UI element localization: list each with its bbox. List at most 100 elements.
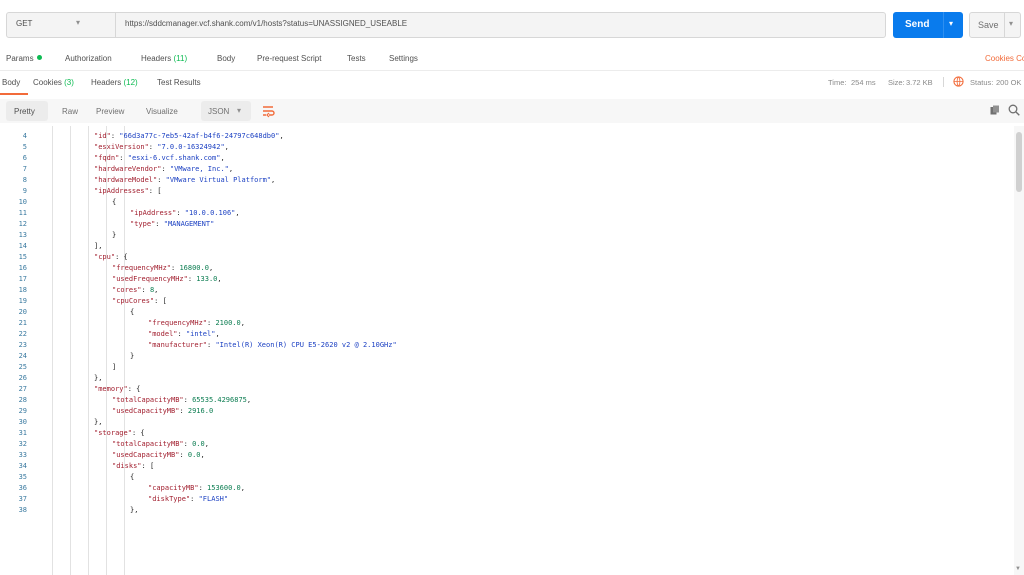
line-number: 29 bbox=[18, 407, 27, 415]
code-line: 19 "cpuCores": [ bbox=[0, 297, 1000, 308]
json-punct: : bbox=[183, 440, 193, 448]
tab-body[interactable]: Body bbox=[217, 54, 235, 63]
line-number: 15 bbox=[18, 253, 27, 261]
json-number: 153600.0 bbox=[207, 484, 241, 492]
json-key: "memory" bbox=[94, 385, 128, 393]
code-text: } bbox=[130, 352, 134, 360]
json-punct: , bbox=[240, 484, 245, 492]
method-select[interactable]: GET ▾ bbox=[7, 13, 116, 37]
line-number: 23 bbox=[18, 341, 27, 349]
line-number: 7 bbox=[22, 165, 27, 173]
line-number: 25 bbox=[18, 363, 27, 371]
line-number: 5 bbox=[22, 143, 27, 151]
tab-response-cookies[interactable]: Cookies (3) bbox=[33, 78, 74, 87]
code-line: 6 "fqdn": "esxi-6.vcf.shank.com", bbox=[0, 154, 1000, 165]
json-key: "cpuCores" bbox=[112, 297, 155, 305]
globe-icon[interactable] bbox=[953, 76, 964, 87]
response-body-viewer[interactable]: 4 "id": "66d3a77c-7eb5-42af-b4f6-24797c64… bbox=[0, 126, 1014, 575]
json-punct: : bbox=[179, 407, 188, 415]
tab-tests[interactable]: Tests bbox=[347, 54, 366, 63]
copy-icon[interactable] bbox=[990, 105, 1000, 115]
line-number: 9 bbox=[22, 187, 27, 195]
code-line: 23 "manufacturer": "Intel(R) Xeon(R) CPU … bbox=[0, 341, 1000, 352]
code-text: { bbox=[112, 198, 116, 206]
json-punct: , bbox=[235, 209, 240, 217]
json-key: "ipAddress" bbox=[130, 209, 177, 217]
tab-params[interactable]: Params bbox=[6, 54, 42, 63]
tab-authorization[interactable]: Authorization bbox=[65, 54, 112, 63]
line-number: 21 bbox=[18, 319, 27, 327]
code-line: 7 "hardwareVendor": "VMware, Inc.", bbox=[0, 165, 1000, 176]
pretty-label: Pretty bbox=[14, 107, 35, 116]
line-number: 14 bbox=[18, 242, 27, 250]
json-key: "storage" bbox=[94, 429, 132, 437]
json-punct: }, bbox=[94, 374, 103, 382]
send-button[interactable]: Send ▾ bbox=[893, 12, 963, 38]
tab-headers[interactable]: Headers (11) bbox=[141, 54, 187, 63]
scrollbar-thumb[interactable] bbox=[1016, 132, 1022, 192]
json-punct: , bbox=[271, 176, 276, 184]
search-icon[interactable] bbox=[1008, 104, 1020, 116]
code-text: "usedCapacityMB": 0.0, bbox=[112, 451, 205, 459]
send-label: Send bbox=[905, 19, 930, 30]
divider bbox=[0, 70, 1024, 71]
status-label: Status: bbox=[970, 78, 994, 87]
json-number: 65535.4296875 bbox=[192, 396, 247, 404]
code-line: 4 "id": "66d3a77c-7eb5-42af-b4f6-24797c64… bbox=[0, 132, 1000, 143]
code-line: 16 "frequencyMHz": 16800.0, bbox=[0, 264, 1000, 275]
json-punct: : bbox=[157, 176, 166, 184]
json-punct: , bbox=[154, 286, 159, 294]
json-punct: }, bbox=[130, 506, 139, 514]
json-string: "intel" bbox=[185, 330, 216, 338]
code-line: 26}, bbox=[0, 374, 1000, 385]
save-button[interactable]: Save ▾ bbox=[969, 12, 1021, 38]
code-line: 31 "storage": { bbox=[0, 429, 1000, 440]
json-key: "cpu" bbox=[94, 253, 116, 261]
json-punct: } bbox=[130, 352, 135, 360]
preview-button[interactable]: Preview bbox=[96, 107, 124, 116]
line-number: 37 bbox=[18, 495, 27, 503]
raw-button[interactable]: Raw bbox=[62, 107, 78, 116]
code-line: 8 "hardwareModel": "VMware Virtual Platfo… bbox=[0, 176, 1000, 187]
url-input[interactable]: https://sddcmanager.vcf.shank.com/v1/hos… bbox=[125, 19, 407, 28]
tab-response-body[interactable]: Body bbox=[2, 78, 20, 87]
code-text: "memory": { bbox=[94, 385, 140, 393]
url-bar: GET ▾ https://sddcmanager.vcf.shank.com/… bbox=[6, 12, 886, 38]
tab-response-headers[interactable]: Headers (12) bbox=[91, 78, 138, 87]
format-select[interactable]: JSON ▾ bbox=[201, 101, 251, 121]
tab-test-results[interactable]: Test Results bbox=[157, 78, 201, 87]
json-punct: : bbox=[155, 220, 164, 228]
tab-count: (3) bbox=[64, 78, 74, 87]
code-text: "diskType": "FLASH" bbox=[148, 495, 228, 503]
chevron-down-icon[interactable]: ▾ bbox=[949, 19, 953, 28]
size-label: Size: bbox=[888, 78, 905, 87]
scroll-down-icon[interactable]: ▼ bbox=[1015, 566, 1021, 572]
json-punct: }, bbox=[94, 418, 103, 426]
json-punct: : bbox=[198, 484, 208, 492]
line-number: 22 bbox=[18, 330, 27, 338]
code-line: 37 "diskType": "FLASH" bbox=[0, 495, 1000, 506]
tab-pre-request-script[interactable]: Pre-request Script bbox=[257, 54, 321, 63]
wrap-lines-icon[interactable] bbox=[258, 101, 278, 121]
line-number: 36 bbox=[18, 484, 27, 492]
tab-settings[interactable]: Settings bbox=[389, 54, 418, 63]
line-number: 27 bbox=[18, 385, 27, 393]
code-line: 38}, bbox=[0, 506, 1000, 517]
json-punct: : bbox=[183, 396, 193, 404]
line-number: 31 bbox=[18, 429, 27, 437]
visualize-button[interactable]: Visualize bbox=[146, 107, 178, 116]
code-text: }, bbox=[94, 418, 102, 426]
code-text: "esxiVersion": "7.0.0-16324942", bbox=[94, 143, 229, 151]
scrollbar[interactable] bbox=[1014, 126, 1024, 575]
json-punct: , bbox=[215, 330, 220, 338]
code-text: "type": "MANAGEMENT" bbox=[130, 220, 214, 228]
json-key: "hardwareModel" bbox=[94, 176, 158, 184]
code-text: "totalCapacityMB": 0.0, bbox=[112, 440, 209, 448]
cookies-code-links[interactable]: Cookies Cod bbox=[985, 54, 1024, 63]
json-punct: : bbox=[177, 330, 186, 338]
active-dot-icon bbox=[36, 55, 42, 60]
chevron-down-icon[interactable]: ▾ bbox=[1009, 19, 1013, 28]
json-punct: , bbox=[228, 165, 234, 173]
code-line: 33 "usedCapacityMB": 0.0, bbox=[0, 451, 1000, 462]
line-number: 17 bbox=[18, 275, 27, 283]
